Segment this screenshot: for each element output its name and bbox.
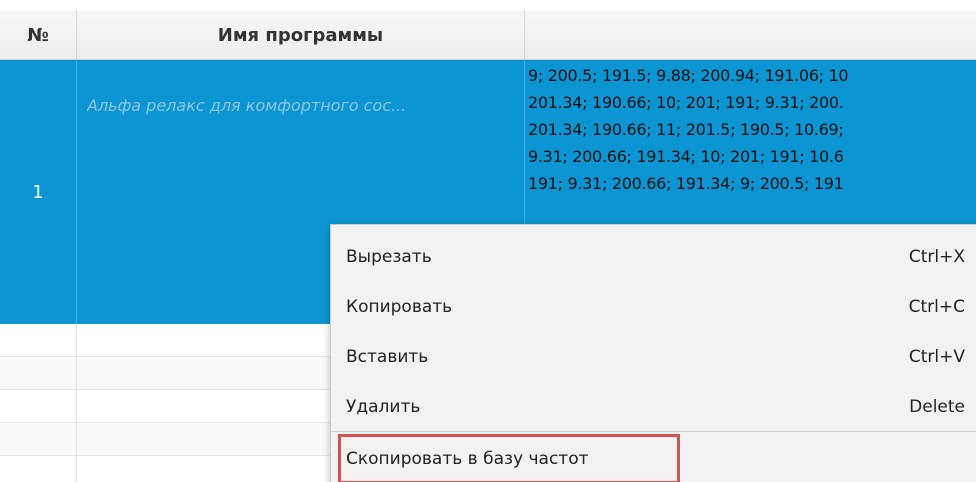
frequency-line: 201.34; 190.66; 11; 201.5; 190.5; 10.69; (528, 120, 844, 139)
menu-item-shortcut: Ctrl+X (908, 247, 965, 267)
menu-item-label: Удалить (346, 397, 421, 417)
program-name-text: Альфа релакс для комфортного сос... (87, 96, 407, 115)
frequency-line: 9.31; 200.66; 191.34; 10; 201; 191; 10.6 (528, 147, 844, 166)
row-number-cell[interactable] (0, 357, 77, 389)
row-number-cell[interactable] (0, 456, 77, 482)
row-number-cell[interactable] (0, 390, 77, 422)
menu-item-copy-to-frequency-base[interactable]: Скопировать в базу частот (338, 434, 680, 482)
menu-item-label: Копировать (346, 297, 453, 317)
row-number-cell[interactable] (0, 324, 77, 356)
row-number-cell[interactable] (0, 423, 77, 455)
frequency-line: 191; 9.31; 200.66; 191.34; 9; 200.5; 191 (528, 174, 844, 193)
program-table-window: № Имя программы 1 Альфа релакс для комфо… (0, 0, 976, 482)
column-header-frequencies[interactable] (525, 11, 976, 59)
menu-item-paste[interactable]: Вставить Ctrl+V (331, 332, 976, 382)
menu-item-cut[interactable]: Вырезать Ctrl+X (331, 232, 976, 282)
table-header: № Имя программы (0, 11, 976, 60)
menu-item-delete[interactable]: Удалить Delete (331, 382, 976, 432)
context-menu: Вырезать Ctrl+X Копировать Ctrl+C Встави… (330, 224, 976, 482)
column-header-number[interactable]: № (0, 11, 77, 59)
menu-item-label: Вставить (346, 347, 429, 367)
menu-item-label: Скопировать в базу частот (346, 449, 589, 469)
menu-item-shortcut: Delete (909, 397, 965, 417)
frequency-line: 9; 200.5; 191.5; 9.88; 200.94; 191.06; 1… (528, 66, 849, 85)
frequency-line: 201.34; 190.66; 10; 201; 191; 9.31; 200. (528, 93, 844, 112)
row-number-cell[interactable]: 1 (0, 60, 77, 324)
menu-item-label: Вырезать (346, 247, 432, 267)
menu-item-shortcut: Ctrl+V (908, 347, 965, 367)
menu-separator (331, 431, 976, 432)
menu-item-shortcut: Ctrl+C (908, 297, 965, 317)
column-header-program-name[interactable]: Имя программы (77, 11, 525, 59)
menu-item-copy[interactable]: Копировать Ctrl+C (331, 282, 976, 332)
